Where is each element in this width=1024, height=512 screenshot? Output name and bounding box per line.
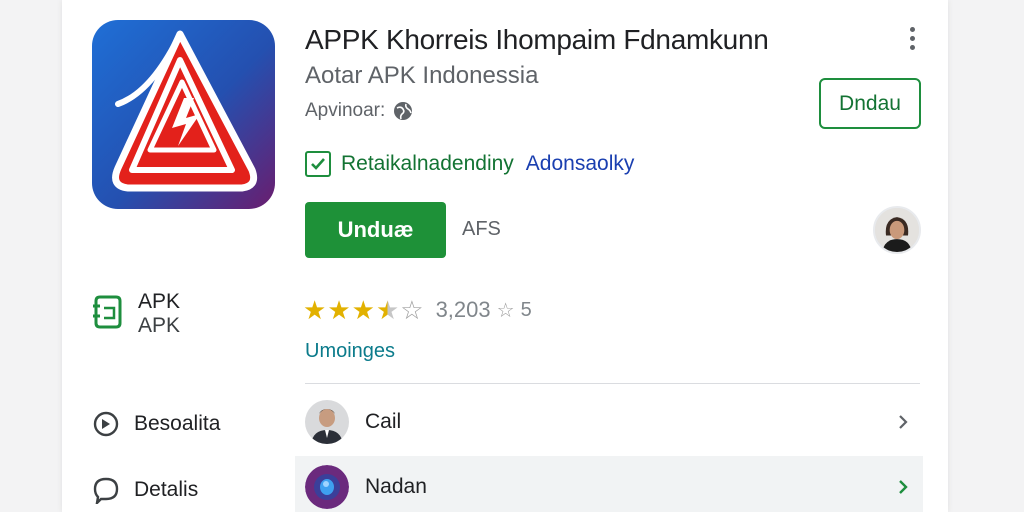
avatar — [305, 465, 349, 509]
avatar — [305, 400, 349, 444]
comment-icon — [93, 477, 119, 504]
more-vert-icon[interactable] — [902, 24, 922, 52]
meta-row: Apvinoar: — [305, 100, 413, 122]
chevron-right-icon — [899, 415, 908, 429]
user-avatar[interactable] — [873, 206, 921, 254]
size-label: AFS — [462, 218, 501, 240]
divider — [305, 383, 920, 384]
developer-name[interactable]: Aotar APK Indonessia — [305, 62, 538, 90]
apk-file-icon — [93, 295, 122, 329]
list-item[interactable]: Nadan — [295, 456, 923, 512]
star-half-icon: ★ — [375, 295, 400, 325]
sidebar-item-label: Detalis — [134, 478, 199, 501]
list-item-label: Cail — [365, 410, 402, 433]
sidebar-item-details[interactable]: Detalis — [92, 476, 198, 504]
apk-info: APK APK — [92, 290, 180, 338]
download-outline-button[interactable]: Dndau — [819, 78, 921, 129]
list-item[interactable]: Cail — [295, 391, 923, 453]
globe-icon — [394, 102, 413, 120]
sidebar-item-label: Besoalita — [134, 412, 221, 435]
chevron-right-icon — [899, 480, 908, 494]
app-detail-card: APPK Khorreis Ihompaim Fdnamkunn Aotar A… — [62, 0, 948, 512]
verified-row: Retaikalnadendiny Adonsaolky — [305, 151, 634, 177]
app-title: APPK Khorreis Ihompaim Fdnamkunn — [305, 24, 769, 55]
star-outline-icon: ☆ — [496, 299, 515, 322]
history-icon — [93, 411, 119, 437]
app-logo-icon — [92, 20, 275, 209]
star-icon: ★ — [351, 295, 375, 325]
rating-count: 3,203 — [435, 297, 491, 322]
apk-subtitle: APK — [138, 314, 181, 337]
rating-row: ★ ★ ★ ★ ☆ 3,203 ☆ 5 — [303, 295, 532, 325]
star-rating: ★ ★ ★ ★ ☆ — [303, 295, 424, 325]
star-icon: ★ — [303, 295, 327, 325]
star-outline-icon: ☆ — [400, 295, 424, 325]
list-item-label: Nadan — [365, 475, 427, 498]
sidebar-item-related[interactable]: Besoalita — [92, 410, 220, 438]
check-icon — [305, 151, 331, 177]
verified-text: Retaikalnadendiny — [341, 152, 514, 175]
apk-title: APK — [138, 290, 181, 313]
reviews-link[interactable]: Umoinges — [305, 340, 395, 363]
install-button[interactable]: Unduæ — [305, 202, 446, 258]
verified-link[interactable]: Adonsaolky — [526, 152, 635, 176]
meta-label: Apvinoar: — [305, 100, 386, 121]
rating-max: 5 — [520, 298, 532, 321]
star-icon: ★ — [327, 295, 351, 325]
